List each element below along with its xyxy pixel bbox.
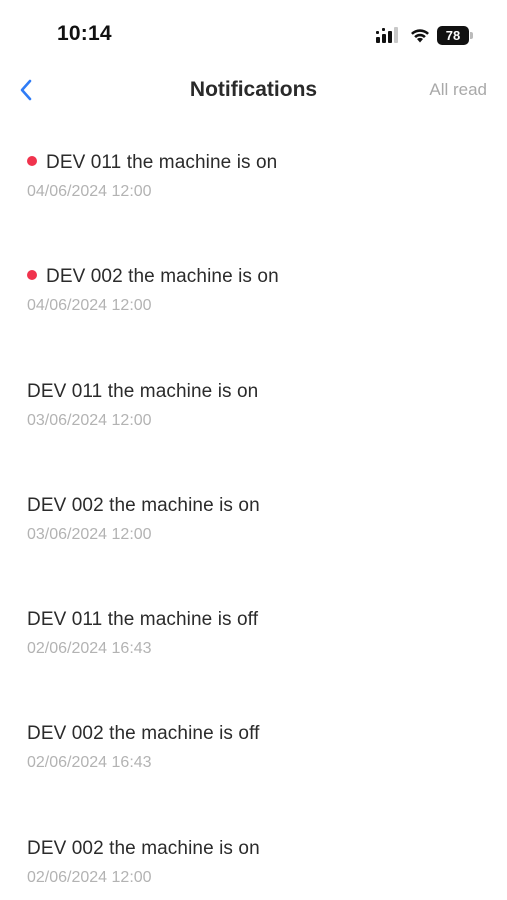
notification-item[interactable]: DEV 002 the machine is off 02/06/2024 16… (0, 716, 507, 830)
signal-icon (376, 27, 398, 43)
notification-title-row: DEV 011 the machine is on (27, 374, 507, 410)
notification-time: 04/06/2024 12:00 (27, 297, 152, 315)
notification-time: 03/06/2024 12:00 (27, 525, 152, 543)
notification-title: DEV 011 the machine is on (27, 380, 259, 402)
all-read-button[interactable]: All read (429, 80, 487, 100)
nav-bar: Notifications All read (0, 70, 507, 110)
notification-title: DEV 002 the machine is on (27, 494, 260, 516)
notification-time: 04/06/2024 12:00 (27, 183, 152, 200)
notification-title: DEV 011 the machine is on (46, 152, 278, 173)
notification-time: 02/06/2024 16:43 (27, 754, 152, 772)
notification-time: 02/06/2024 16:43 (27, 640, 152, 658)
notification-item[interactable]: DEV 002 the machine is on 04/06/2024 12:… (0, 259, 507, 373)
status-time: 10:14 (57, 22, 112, 45)
notification-time: 03/06/2024 12:00 (27, 411, 152, 429)
wifi-icon (411, 29, 429, 43)
unread-dot (27, 156, 37, 166)
notification-title: DEV 002 the machine is on (46, 266, 279, 288)
battery-tip (470, 31, 473, 39)
notification-time: 02/06/2024 12:00 (27, 868, 152, 886)
notification-title: DEV 011 the machine is off (27, 609, 259, 631)
notification-title-row: DEV 011 the machine is off (27, 602, 507, 638)
notification-title-row: DEV 002 the machine is on (27, 488, 507, 524)
notification-item[interactable]: DEV 011 the machine is on 03/06/2024 12:… (0, 374, 507, 488)
notification-title-row: DEV 002 the machine is on (27, 831, 507, 867)
notification-title-row: DEV 011 the machine is on (27, 145, 507, 181)
notification-list: DEV 011 the machine is on 04/06/2024 12:… (0, 145, 507, 900)
notification-title: DEV 002 the machine is off (27, 723, 260, 745)
notifications-screen: 10:14 78 Notifications All read DEV 011 … (0, 0, 507, 900)
notification-title: DEV 002 the machine is on (27, 837, 260, 859)
status-icons: 78 (375, 24, 473, 46)
unread-dot (27, 270, 37, 281)
battery-level: 78 (437, 25, 469, 45)
notification-title-row: DEV 002 the machine is off (27, 716, 507, 752)
notification-item[interactable]: DEV 011 the machine is off 02/06/2024 16… (0, 602, 507, 716)
notification-item[interactable]: DEV 002 the machine is on 02/06/2024 12:… (0, 831, 507, 900)
battery-icon: 78 (437, 25, 473, 45)
notification-item[interactable]: DEV 011 the machine is on 04/06/2024 12:… (0, 145, 507, 259)
notification-title-row: DEV 002 the machine is on (27, 259, 507, 295)
notification-item[interactable]: DEV 002 the machine is on 03/06/2024 12:… (0, 488, 507, 602)
status-bar: 10:14 78 (0, 0, 507, 70)
